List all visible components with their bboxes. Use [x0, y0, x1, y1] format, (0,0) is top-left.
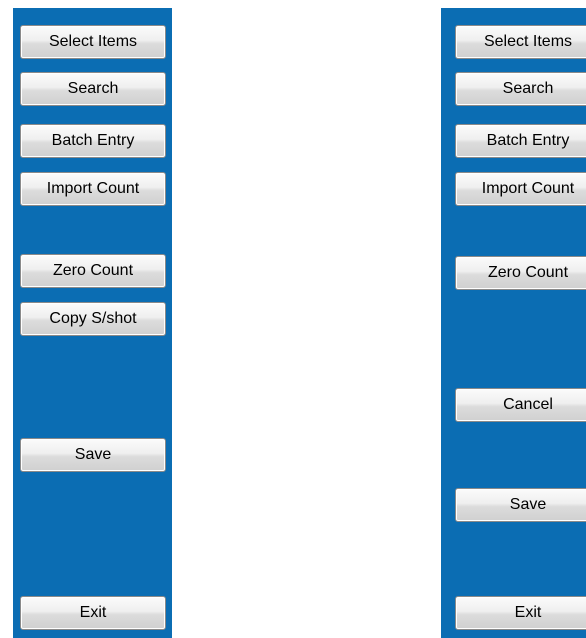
copy-snapshot-button[interactable]: Copy S/shot: [20, 302, 166, 336]
zero-count-button[interactable]: Zero Count: [20, 254, 166, 288]
exit-button[interactable]: Exit: [20, 596, 166, 630]
screen: Select Items Search Batch Entry Import C…: [0, 0, 586, 638]
cancel-button[interactable]: Cancel: [455, 388, 586, 422]
search-button[interactable]: Search: [455, 72, 586, 106]
batch-entry-button[interactable]: Batch Entry: [20, 124, 166, 158]
save-button[interactable]: Save: [455, 488, 586, 522]
right-button-panel: Select Items Search Batch Entry Import C…: [441, 8, 586, 638]
exit-button[interactable]: Exit: [455, 596, 586, 630]
import-count-button[interactable]: Import Count: [455, 172, 586, 206]
save-button[interactable]: Save: [20, 438, 166, 472]
left-button-panel: Select Items Search Batch Entry Import C…: [13, 8, 172, 638]
batch-entry-button[interactable]: Batch Entry: [455, 124, 586, 158]
select-items-button[interactable]: Select Items: [20, 25, 166, 59]
search-button[interactable]: Search: [20, 72, 166, 106]
zero-count-button[interactable]: Zero Count: [455, 256, 586, 290]
import-count-button[interactable]: Import Count: [20, 172, 166, 206]
select-items-button[interactable]: Select Items: [455, 25, 586, 59]
